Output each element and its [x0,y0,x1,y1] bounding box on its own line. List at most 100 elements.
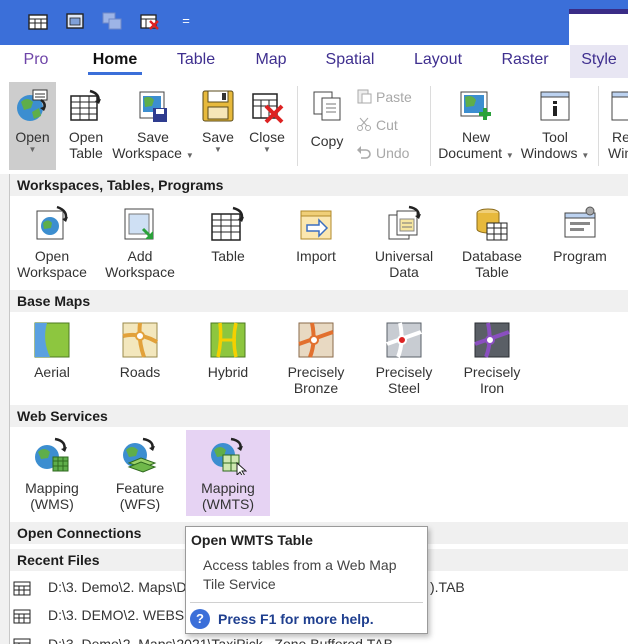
tooltip-divider [190,602,423,603]
clipped-label-1: Re [612,129,628,145]
tooltip-body: Access tables from a Web Map Tile Servic… [203,557,397,592]
precisely-iron-item[interactable]: Precisely Iron [450,314,534,400]
aerial-item[interactable]: Aerial [10,314,94,400]
quick-access-customize-button[interactable]: = [178,13,194,29]
roads-item[interactable]: Roads [98,314,182,400]
undo-icon [356,144,372,163]
tab-layout[interactable]: Layout [408,45,468,78]
precisely-steel-item[interactable]: Precisely Steel [362,314,446,400]
save-floppy-icon [198,86,238,126]
mapping-wms-label-1: Mapping [25,480,79,496]
hybrid-item[interactable]: Hybrid [186,314,270,400]
tab-home[interactable]: Home [86,45,144,78]
open-workspace-label-2: Workspace [17,264,87,280]
ribbon-separator [598,86,599,166]
universal-data-item[interactable]: Universal Data [362,198,446,284]
universal-data-icon [384,204,424,244]
save-workspace-icon [133,86,173,126]
table-item[interactable]: Table [186,198,270,284]
tool-windows-button[interactable]: Tool Windows ▼ [518,82,592,170]
open-button[interactable]: Open ▼ [9,82,56,170]
quick-clone-window-icon[interactable] [101,10,123,32]
import-label: Import [296,248,336,264]
program-item[interactable]: Program [538,198,622,284]
wms-globe-icon [32,436,72,476]
new-document-label-2: Document [438,145,502,161]
precisely-iron-label-1: Precisely [463,364,521,380]
aerial-map-icon [32,320,72,360]
ribbon-separator [297,86,298,166]
background-window-edge [0,174,9,644]
database-table-label-2: Table [475,264,509,280]
open-table-button[interactable]: Open Table [64,82,108,170]
tooltip-open-wmts: Open WMTS Table Access tables from a Web… [185,526,428,634]
tooltip-help: ? Press F1 for more help. [190,609,374,629]
open-workspace-item[interactable]: Open Workspace [10,198,94,284]
program-label: Program [553,248,607,264]
tab-spatial[interactable]: Spatial [320,45,380,78]
table-file-icon [13,636,31,644]
hybrid-map-icon [208,320,248,360]
universal-data-label-2: Data [389,264,419,280]
section-web-services-header: Web Services [10,405,628,427]
clipped-ribbon-button[interactable]: Re Win [606,82,628,170]
feature-wfs-label-2: (WFS) [119,496,161,512]
database-table-item[interactable]: Database Table [450,198,534,284]
chevron-down-icon: ▼ [214,145,222,154]
tab-map[interactable]: Map [249,45,293,78]
table-file-icon [13,607,31,631]
open-table-icon [66,86,106,126]
add-workspace-item[interactable]: Add Workspace [98,198,182,284]
open-table-icon [208,204,248,244]
copy-button[interactable]: Copy [304,82,350,170]
tab-table[interactable]: Table [170,45,222,78]
save-workspace-button[interactable]: Save Workspace ▼ [112,82,194,170]
tool-windows-label-2: Windows [520,145,578,161]
add-workspace-label-1: Add [127,248,153,264]
clipped-label-2: Win [608,145,628,161]
quick-close-table-icon[interactable] [139,10,161,32]
iron-map-icon [472,320,512,360]
close-label: Close [249,129,285,145]
tab-raster[interactable]: Raster [497,45,553,78]
cut-button[interactable]: Cut [356,114,398,136]
wmts-globe-icon [208,436,248,476]
new-document-button[interactable]: New Document ▼ [437,82,515,170]
ribbon-tab-strip: Pro Home Table Map Spatial Layout Raster… [0,45,628,78]
save-workspace-label-1: Save [137,129,169,145]
mapping-wms-item[interactable]: Mapping (WMS) [10,430,94,516]
info-window-icon [535,86,575,126]
copy-icon [307,86,347,126]
close-table-icon [247,86,287,126]
paste-button[interactable]: Paste [356,86,412,108]
table-label: Table [211,248,245,264]
new-document-label-1: New [461,129,490,145]
import-item[interactable]: Import [274,198,358,284]
feature-wfs-item[interactable]: Feature (WFS) [98,430,182,516]
tab-style[interactable]: Style [570,45,628,78]
roads-map-icon [120,320,160,360]
window-icon [610,86,628,126]
precisely-bronze-label-2: Bronze [293,380,339,396]
precisely-bronze-item[interactable]: Precisely Bronze [274,314,358,400]
program-window-icon [560,204,600,244]
close-button[interactable]: Close ▼ [245,82,289,170]
save-button[interactable]: Save ▼ [197,82,239,170]
mapping-wmts-item[interactable]: Mapping (WMTS) [186,430,270,516]
new-document-icon [456,86,496,126]
tab-pro[interactable]: Pro [16,45,56,78]
ribbon-home: Open ▼ Open Table Save Workspace ▼ Save … [0,78,628,175]
open-table-label-1: Open [68,129,104,145]
scissors-icon [356,116,372,135]
roads-label: Roads [119,364,161,380]
quick-new-window-icon[interactable] [64,10,86,32]
undo-button[interactable]: Undo [356,142,409,164]
tooltip-title: Open WMTS Table [191,532,313,548]
help-icon: ? [190,609,210,629]
chevron-down-icon: ▼ [185,151,194,160]
quick-open-table-icon[interactable] [27,10,49,32]
feature-wfs-label-1: Feature [115,480,165,496]
open-globe-icon [13,86,53,126]
title-accent-block [569,9,628,45]
open-workspace-label-1: Open [34,248,70,264]
